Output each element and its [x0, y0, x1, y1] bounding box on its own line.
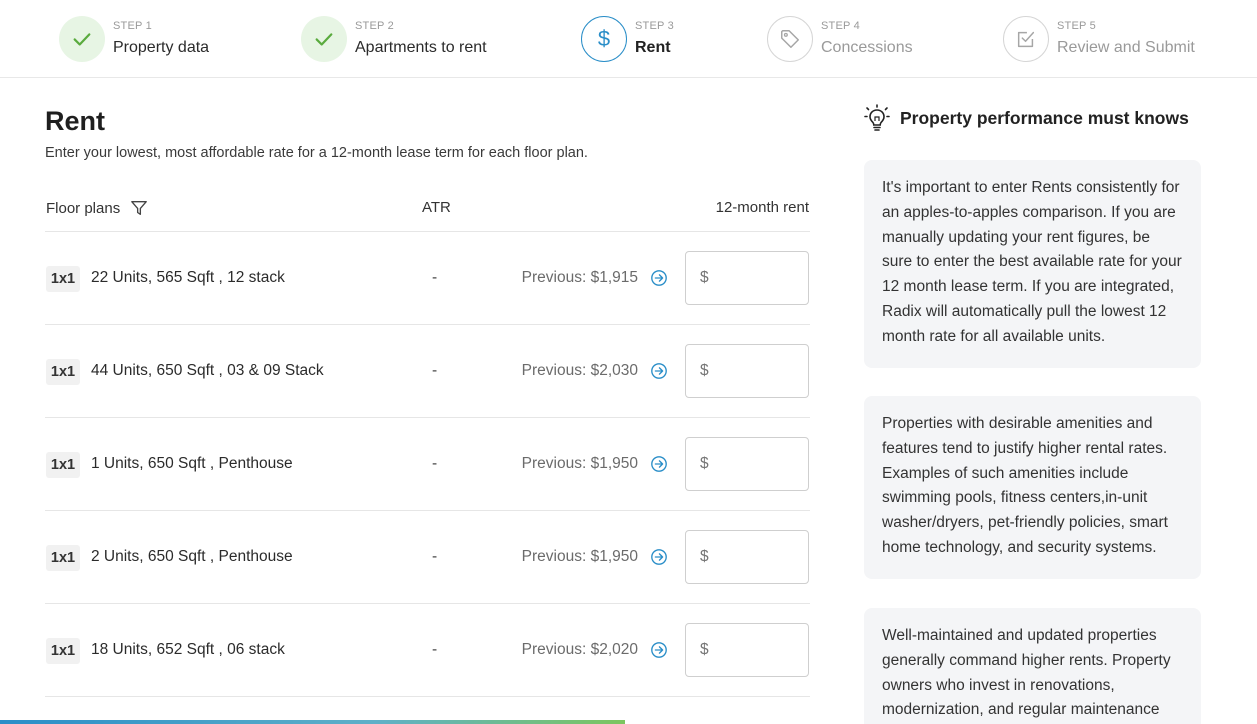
step-label: Property data: [113, 39, 210, 56]
progress-stepper: STEP 1 Property data STEP 2 Apartments t…: [0, 0, 1257, 78]
rent-input[interactable]: [685, 251, 809, 305]
tips-title: Property performance must knows: [900, 107, 1189, 128]
floor-plan-type-badge: 1x1: [46, 545, 80, 571]
previous-rent: Previous: $1,950: [521, 548, 638, 565]
arrow-right-circle-icon[interactable]: [650, 362, 668, 380]
floor-plans-header: Floor plans: [46, 199, 148, 217]
step-review-and-submit[interactable]: STEP 5 Review and Submit: [1003, 16, 1195, 62]
step-label: Rent: [635, 39, 671, 56]
previous-rent: Previous: $1,915: [521, 269, 638, 286]
tip-card: Properties with desirable amenities and …: [864, 396, 1201, 579]
atr-value: -: [432, 362, 438, 379]
atr-value: -: [432, 641, 438, 658]
floor-plan-type-badge: 1x1: [46, 638, 80, 664]
page-subtitle: Enter your lowest, most affordable rate …: [45, 145, 588, 161]
floor-plans-header-label: Floor plans: [46, 199, 121, 217]
table-row: 1x1 1 Units, 650 Sqft , Penthouse - Prev…: [45, 418, 810, 511]
step-number: STEP 3: [635, 20, 674, 32]
tips-header: Property performance must knows: [864, 104, 1189, 132]
atr-value: -: [432, 269, 438, 286]
floor-plan-description: 22 Units, 565 Sqft , 12 stack: [91, 269, 285, 286]
floor-plan-description: 18 Units, 652 Sqft , 06 stack: [91, 641, 285, 658]
floor-plan-type-badge: 1x1: [46, 359, 80, 385]
table-row: 1x1 18 Units, 652 Sqft , 06 stack - Prev…: [45, 604, 810, 697]
step-label: Review and Submit: [1057, 39, 1195, 56]
tip-card: Well-maintained and updated properties g…: [864, 608, 1201, 724]
arrow-right-circle-icon[interactable]: [650, 641, 668, 659]
floor-plan-description: 2 Units, 650 Sqft , Penthouse: [91, 548, 293, 565]
table-row: 1x1 2 Units, 650 Sqft , Penthouse - Prev…: [45, 511, 810, 604]
atr-value: -: [432, 455, 438, 472]
previous-rent: Previous: $2,030: [521, 362, 638, 379]
floor-plan-type-badge: 1x1: [46, 266, 80, 292]
step-rent[interactable]: $ STEP 3 Rent: [581, 16, 674, 62]
tag-icon: [767, 16, 813, 62]
filter-icon[interactable]: [130, 199, 148, 217]
previous-rent: Previous: $1,950: [521, 455, 638, 472]
step-label: Apartments to rent: [355, 39, 487, 56]
table-row: 1x1 22 Units, 565 Sqft , 12 stack - Prev…: [45, 232, 810, 325]
step-concessions[interactable]: STEP 4 Concessions: [767, 16, 913, 62]
step-number: STEP 2: [355, 20, 394, 32]
dollar-icon: $: [581, 16, 627, 62]
rent-input[interactable]: [685, 437, 809, 491]
table-row: 1x1 44 Units, 650 Sqft , 03 & 09 Stack -…: [45, 325, 810, 418]
atr-header: ATR: [422, 199, 451, 216]
rent-header: 12-month rent: [715, 199, 809, 216]
tip-card: It's important to enter Rents consistent…: [864, 160, 1201, 368]
floor-plan-type-badge: 1x1: [46, 452, 80, 478]
step-number: STEP 4: [821, 20, 860, 32]
arrow-right-circle-icon[interactable]: [650, 455, 668, 473]
step-number: STEP 5: [1057, 20, 1096, 32]
previous-rent: Previous: $2,020: [521, 641, 638, 658]
floor-plan-description: 1 Units, 650 Sqft , Penthouse: [91, 455, 293, 472]
check-icon: [301, 16, 347, 62]
arrow-right-circle-icon[interactable]: [650, 548, 668, 566]
step-apartments-to-rent[interactable]: STEP 2 Apartments to rent: [301, 16, 487, 62]
svg-text:$: $: [598, 26, 610, 51]
step-label: Concessions: [821, 39, 913, 56]
lightbulb-icon: [864, 104, 890, 131]
floor-plan-description: 44 Units, 650 Sqft , 03 & 09 Stack: [91, 362, 324, 379]
table-header: Floor plans ATR 12-month rent: [45, 190, 810, 232]
rent-input[interactable]: [685, 623, 809, 677]
check-icon: [59, 16, 105, 62]
arrow-right-circle-icon[interactable]: [650, 269, 668, 287]
atr-value: -: [432, 548, 438, 565]
rent-input[interactable]: [685, 344, 809, 398]
page-title: Rent: [45, 106, 105, 136]
rent-input[interactable]: [685, 530, 809, 584]
step-number: STEP 1: [113, 20, 152, 32]
checkbox-icon: [1003, 16, 1049, 62]
step-property-data[interactable]: STEP 1 Property data: [59, 16, 209, 62]
page-progress-bar: [0, 720, 625, 724]
